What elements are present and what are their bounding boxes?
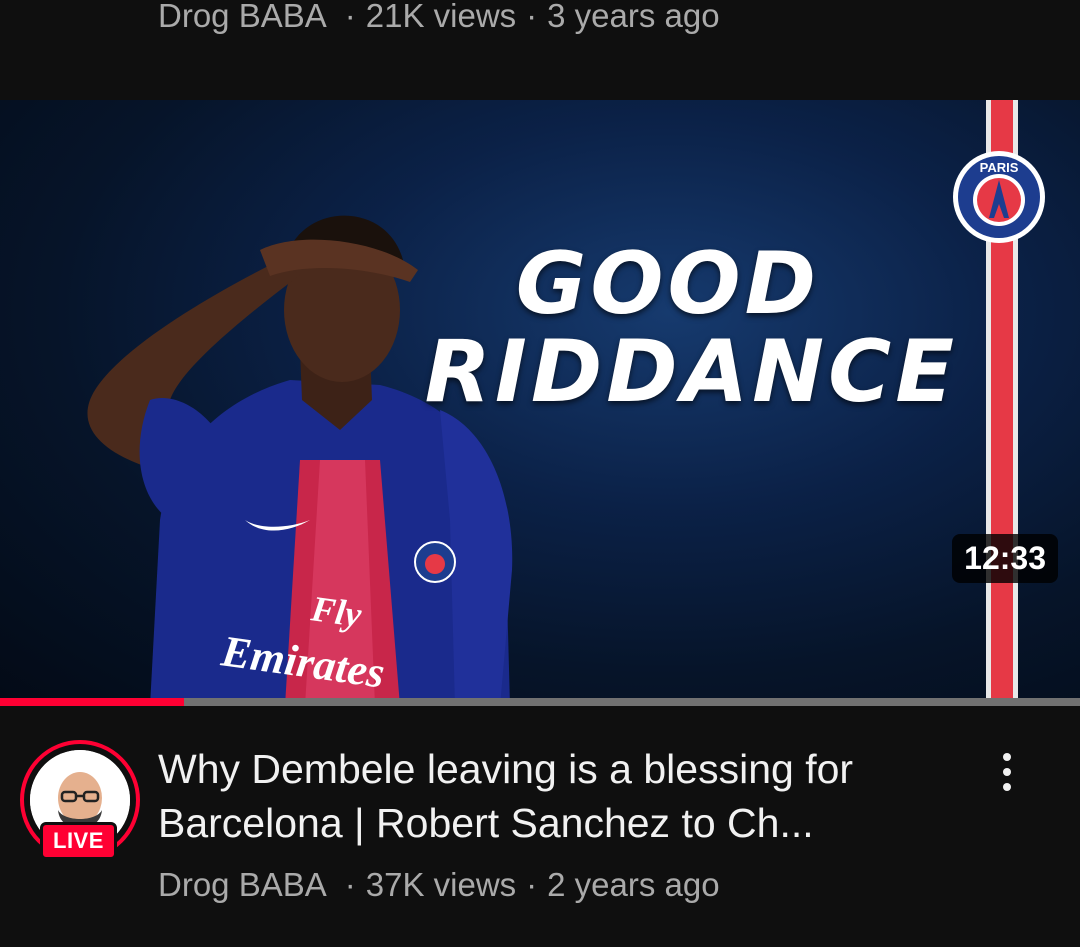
- more-dot: [1003, 783, 1011, 791]
- psg-crest-icon: PARIS: [953, 151, 1045, 243]
- channel-avatar-button[interactable]: LIVE: [20, 740, 140, 860]
- previous-video-meta: Drog BABA · 21K views · 3 years ago: [158, 0, 720, 40]
- svg-text:Fly: Fly: [308, 588, 365, 635]
- headline-line-2: RIDDANCE: [424, 322, 958, 422]
- separator-dot: ·: [344, 0, 356, 34]
- watch-progress-bar: [0, 698, 1080, 706]
- separator-dot: ·: [526, 0, 538, 34]
- video-meta: Drog BABA · 37K views · 2 years ago: [158, 860, 720, 910]
- svg-text:PARIS: PARIS: [980, 160, 1019, 175]
- upload-age: 2 years ago: [547, 866, 720, 903]
- previous-upload-age: 3 years ago: [547, 0, 720, 34]
- video-title[interactable]: Why Dembele leaving is a blessing for Ba…: [158, 742, 958, 850]
- duration-badge: 12:33: [952, 534, 1058, 583]
- thumbnail-headline: GOOD RIDDANCE: [425, 240, 958, 416]
- previous-view-count: 21K views: [365, 0, 517, 34]
- previous-channel-name[interactable]: Drog BABA: [158, 0, 327, 35]
- live-badge: LIVE: [40, 822, 117, 860]
- video-thumbnail[interactable]: PARIS Fly Emirates GOOD RIDDANCE: [0, 100, 1080, 706]
- more-dot: [1003, 753, 1011, 761]
- separator-dot: ·: [344, 866, 356, 903]
- more-dot: [1003, 768, 1011, 776]
- view-count: 37K views: [365, 866, 517, 903]
- headline-line-1: GOOD: [515, 234, 820, 334]
- more-vertical-icon[interactable]: [985, 742, 1029, 802]
- watch-progress-fill: [0, 698, 184, 706]
- channel-name[interactable]: Drog BABA: [158, 866, 327, 904]
- separator-dot: ·: [526, 866, 538, 903]
